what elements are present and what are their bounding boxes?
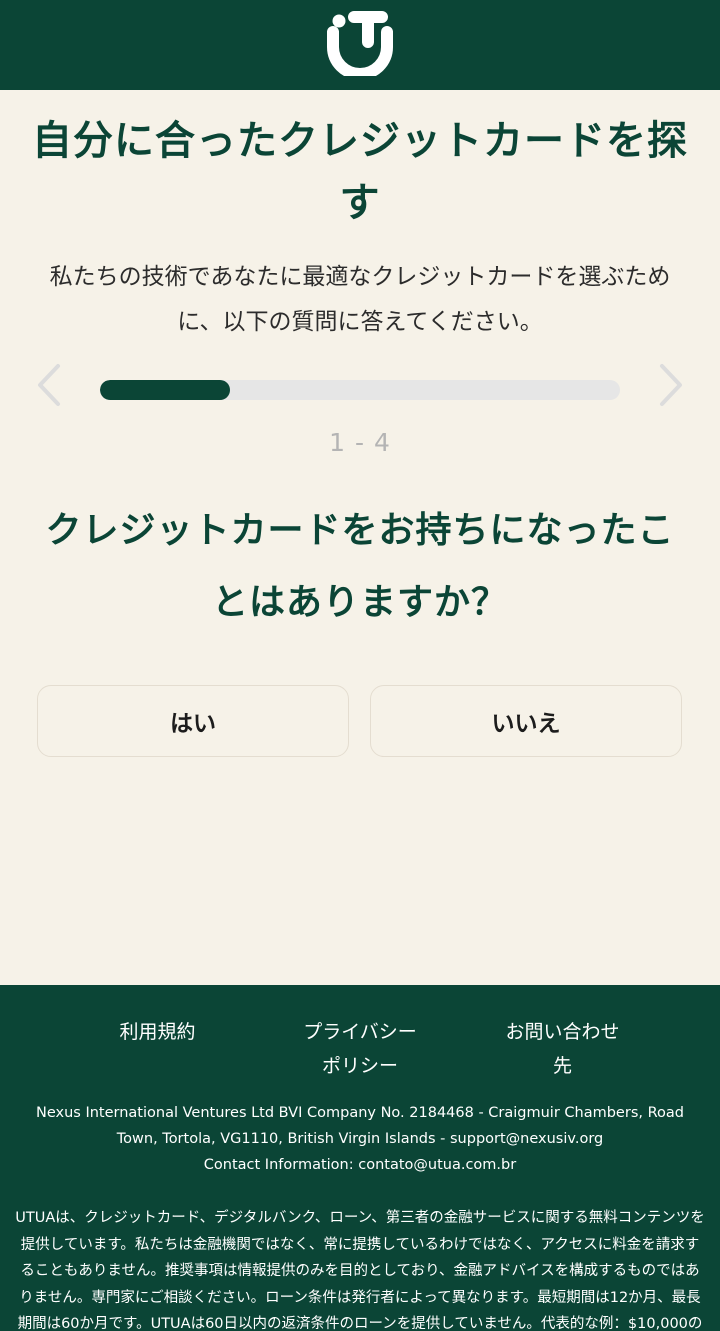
answer-no-button[interactable]: いいえ [370,685,682,757]
header [0,0,720,90]
page-title: 自分に合ったクレジットカードを探す [32,118,688,226]
progress-fill [100,380,230,400]
progress-bar [100,380,620,400]
question-text: クレジットカードをお持ちになったことはありますか？ [45,510,675,623]
chevron-right-icon[interactable] [650,360,690,410]
disclaimer: UTUAは、クレジットカード、デジタルバンク、ローン、第三者の金融サービスに関す… [15,1210,705,1331]
terms-link[interactable]: 利用規約 [100,1015,215,1049]
privacy-policy-link[interactable]: プライバシーポリシー [300,1015,420,1083]
footer: 利用規約 プライバシーポリシー お問い合わせ先 Nexus Internatio… [0,985,720,1331]
company-address: Nexus International Ventures Ltd BVI Com… [36,1105,684,1147]
page-subtitle: 私たちの技術であなたに最適なクレジットカードを選ぶために、以下の質問に答えてくだ… [49,264,671,335]
step-counter: 1 - 4 [329,428,391,457]
company-info: Nexus International Ventures Ltd BVI Com… [15,1100,705,1178]
contact-info: Contact Information: contato@utua.com.br [203,1157,517,1173]
utua-logo[interactable] [327,10,393,76]
answer-yes-button[interactable]: はい [37,685,349,757]
contact-link[interactable]: お問い合わせ先 [500,1015,625,1083]
chevron-left-icon[interactable] [30,360,70,410]
